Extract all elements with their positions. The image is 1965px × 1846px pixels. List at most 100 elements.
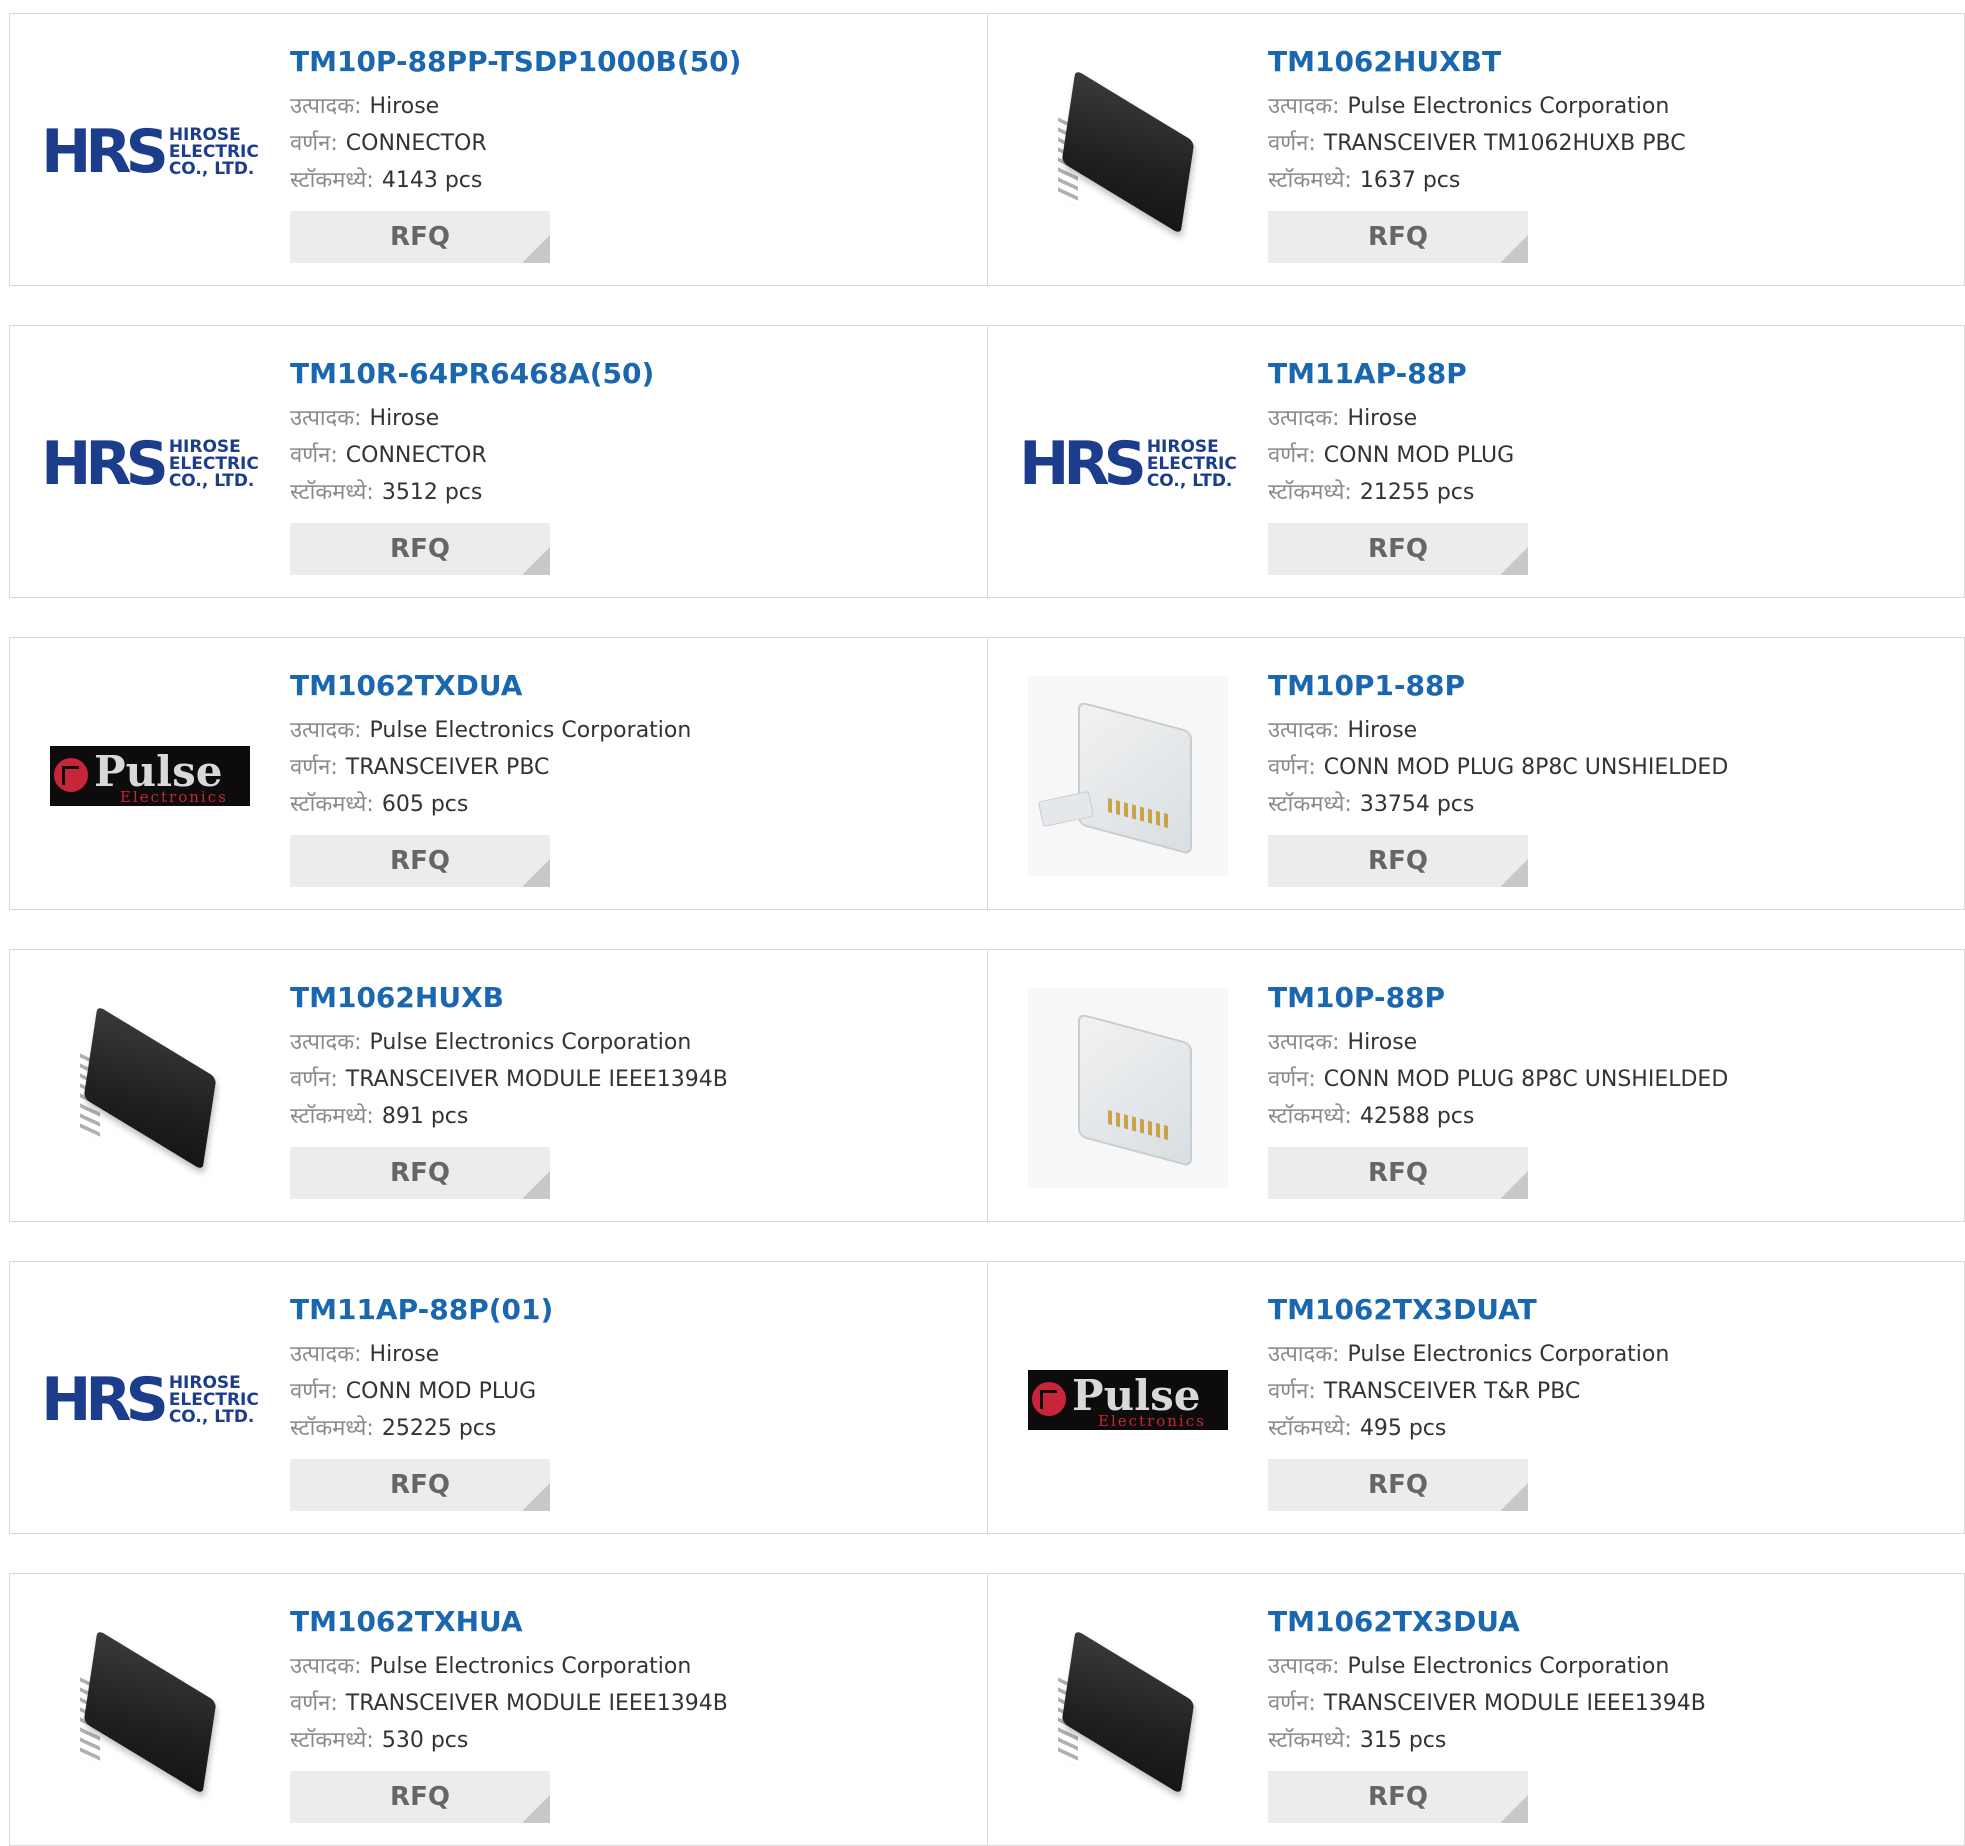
description-line: वर्णन: TRANSCEIVER T&R PBC [1268, 1373, 1669, 1410]
stock-value: 1637 pcs [1359, 168, 1461, 193]
chip-body [83, 1629, 217, 1795]
stock-label: स्टॉकमध्ये: [290, 168, 374, 193]
manufacturer-label: उत्पादक: [1268, 406, 1340, 431]
product-row: HRS HIROSE ELECTRIC CO., LTD. TM11AP-88P(01… [9, 1261, 1965, 1534]
description-label: वर्णन: [1268, 1067, 1316, 1092]
rfq-button[interactable]: RFQ [1268, 1459, 1528, 1511]
product-image[interactable] [1028, 1612, 1228, 1812]
chip-body [1061, 1629, 1195, 1795]
manufacturer-line: उत्पादक: Hirose [1268, 712, 1728, 749]
rfq-button[interactable]: RFQ [1268, 1147, 1528, 1199]
description-value: TRANSCEIVER MODULE IEEE1394B [345, 1691, 728, 1716]
product-image[interactable] [50, 1612, 250, 1812]
manufacturer-line: उत्पादक: Pulse Electronics Corporation [1268, 1648, 1706, 1685]
hirose-logo-line: CO., LTD. [168, 158, 255, 179]
stock-value: 42588 pcs [1359, 1104, 1475, 1129]
product-card: TM10P1-88P उत्पादक: Hirose वर्णन: CONN MOD… [987, 638, 1964, 909]
description-label: वर्णन: [290, 1067, 338, 1092]
stock-line: स्टॉकमध्ये: 25225 pcs [290, 1410, 553, 1447]
description-value: CONNECTOR [345, 131, 487, 156]
product-title-link[interactable]: TM1062HUXBT [1268, 44, 1686, 80]
description-label: वर्णन: [290, 1691, 338, 1716]
hirose-logo-mark: HRS [41, 1365, 169, 1435]
description-label: वर्णन: [290, 1379, 338, 1404]
hirose-logo-mark: HRS [41, 429, 169, 499]
product-image[interactable] [1028, 52, 1228, 252]
product-card: HRS HIROSE ELECTRIC CO., LTD. TM11AP-88P(01… [10, 1262, 987, 1533]
stock-label: स्टॉकमध्ये: [290, 1416, 374, 1441]
hirose-logo-text: HIROSE ELECTRIC CO., LTD. [168, 126, 259, 179]
product-info: TM1062HUXB उत्पादक: Pulse Electronics Cor… [290, 980, 728, 1199]
rfq-button[interactable]: RFQ [290, 1771, 550, 1823]
description-value: TRANSCEIVER T&R PBC [1323, 1379, 1581, 1404]
rfq-corner-decoration [522, 1171, 550, 1199]
rfq-label: RFQ [1368, 534, 1428, 564]
pulse-logo-mark [54, 758, 88, 792]
rfq-button[interactable]: RFQ [1268, 835, 1528, 887]
product-image[interactable]: HRS HIROSE ELECTRIC CO., LTD. [41, 1300, 259, 1500]
product-card: HRS HIROSE ELECTRIC CO., LTD. TM10P-88PP-TS… [10, 14, 987, 285]
product-title-link[interactable]: TM1062TXHUA [290, 1604, 728, 1640]
product-image[interactable]: Pulse Electronics [1028, 1300, 1228, 1500]
chip-body [1061, 69, 1195, 235]
product-title-link[interactable]: TM1062HUXB [290, 980, 728, 1016]
hirose-logo-text: HIROSE ELECTRIC CO., LTD. [169, 1374, 259, 1426]
rfq-button[interactable]: RFQ [290, 1459, 550, 1511]
stock-label: स्टॉकमध्ये: [1268, 168, 1352, 193]
description-line: वर्णन: CONN MOD PLUG 8P8C UNSHIELDED [1268, 749, 1728, 786]
product-image[interactable] [1028, 988, 1228, 1188]
rj45-plug-image [1028, 676, 1228, 876]
product-card: HRS HIROSE ELECTRIC CO., LTD. TM10R-64PR646… [10, 326, 987, 597]
description-line: वर्णन: CONN MOD PLUG [1268, 437, 1528, 474]
product-title-link[interactable]: TM10P-88P [1268, 980, 1728, 1016]
product-info: TM11AP-88P(01) उत्पादक: Hirose वर्णन: CONN… [290, 1292, 553, 1511]
manufacturer-value: Hirose [1347, 1030, 1418, 1055]
stock-value: 33754 pcs [1359, 792, 1475, 817]
product-title-link[interactable]: TM11AP-88P [1268, 356, 1528, 392]
rfq-button[interactable]: RFQ [290, 1147, 550, 1199]
product-title-link[interactable]: TM1062TXDUA [290, 668, 691, 704]
rfq-button[interactable]: RFQ [1268, 1771, 1528, 1823]
chip-body [83, 1005, 217, 1171]
manufacturer-label: उत्पादक: [290, 718, 362, 743]
product-title-link[interactable]: TM11AP-88P(01) [290, 1292, 553, 1328]
product-title-link[interactable]: TM1062TX3DUA [1268, 1604, 1706, 1640]
rfq-label: RFQ [390, 1470, 450, 1500]
manufacturer-value: Pulse Electronics Corporation [369, 718, 692, 743]
product-title-link[interactable]: TM10R-64PR6468A(50) [290, 356, 654, 392]
manufacturer-label: उत्पादक: [290, 94, 362, 119]
stock-value: 495 pcs [1359, 1416, 1447, 1441]
rfq-label: RFQ [390, 1158, 450, 1188]
product-image[interactable]: Pulse Electronics [50, 676, 250, 876]
hirose-logo-text: HIROSE ELECTRIC CO., LTD. [168, 438, 259, 491]
stock-line: स्टॉकमध्ये: 315 pcs [1268, 1722, 1706, 1759]
description-line: वर्णन: TRANSCEIVER MODULE IEEE1394B [290, 1685, 728, 1722]
product-title-link[interactable]: TM1062TX3DUAT [1268, 1292, 1669, 1328]
description-value: TRANSCEIVER TM1062HUXB PBC [1323, 131, 1686, 156]
stock-value: 21255 pcs [1359, 480, 1475, 505]
product-card: Pulse Electronics TM1062TXDUA उत्पादक: Pul… [10, 638, 987, 909]
product-image[interactable]: HRS HIROSE ELECTRIC CO., LTD. [1019, 364, 1237, 564]
rfq-label: RFQ [1368, 1782, 1428, 1812]
stock-line: स्टॉकमध्ये: 1637 pcs [1268, 162, 1686, 199]
rfq-button[interactable]: RFQ [290, 835, 550, 887]
hirose-logo-line: CO., LTD. [168, 470, 255, 491]
product-image[interactable] [50, 988, 250, 1188]
hirose-logo: HRS HIROSE ELECTRIC CO., LTD. [1019, 434, 1237, 494]
product-image[interactable]: HRS HIROSE ELECTRIC CO., LTD. [41, 52, 259, 252]
product-title-link[interactable]: TM10P1-88P [1268, 668, 1728, 704]
product-image[interactable]: HRS HIROSE ELECTRIC CO., LTD. [41, 364, 259, 564]
rfq-button[interactable]: RFQ [1268, 211, 1528, 263]
hirose-logo-mark: HRS [41, 117, 169, 187]
rfq-button[interactable]: RFQ [1268, 523, 1528, 575]
rfq-button[interactable]: RFQ [290, 211, 550, 263]
rfq-button[interactable]: RFQ [290, 523, 550, 575]
manufacturer-label: उत्पादक: [290, 1342, 362, 1367]
manufacturer-label: उत्पादक: [1268, 1030, 1340, 1055]
rfq-corner-decoration [1500, 859, 1528, 887]
manufacturer-line: उत्पादक: Hirose [290, 1336, 553, 1373]
product-image[interactable] [1028, 676, 1228, 876]
transceiver-chip-image [60, 998, 240, 1178]
rfq-corner-decoration [1500, 1483, 1528, 1511]
product-title-link[interactable]: TM10P-88PP-TSDP1000B(50) [290, 44, 741, 80]
